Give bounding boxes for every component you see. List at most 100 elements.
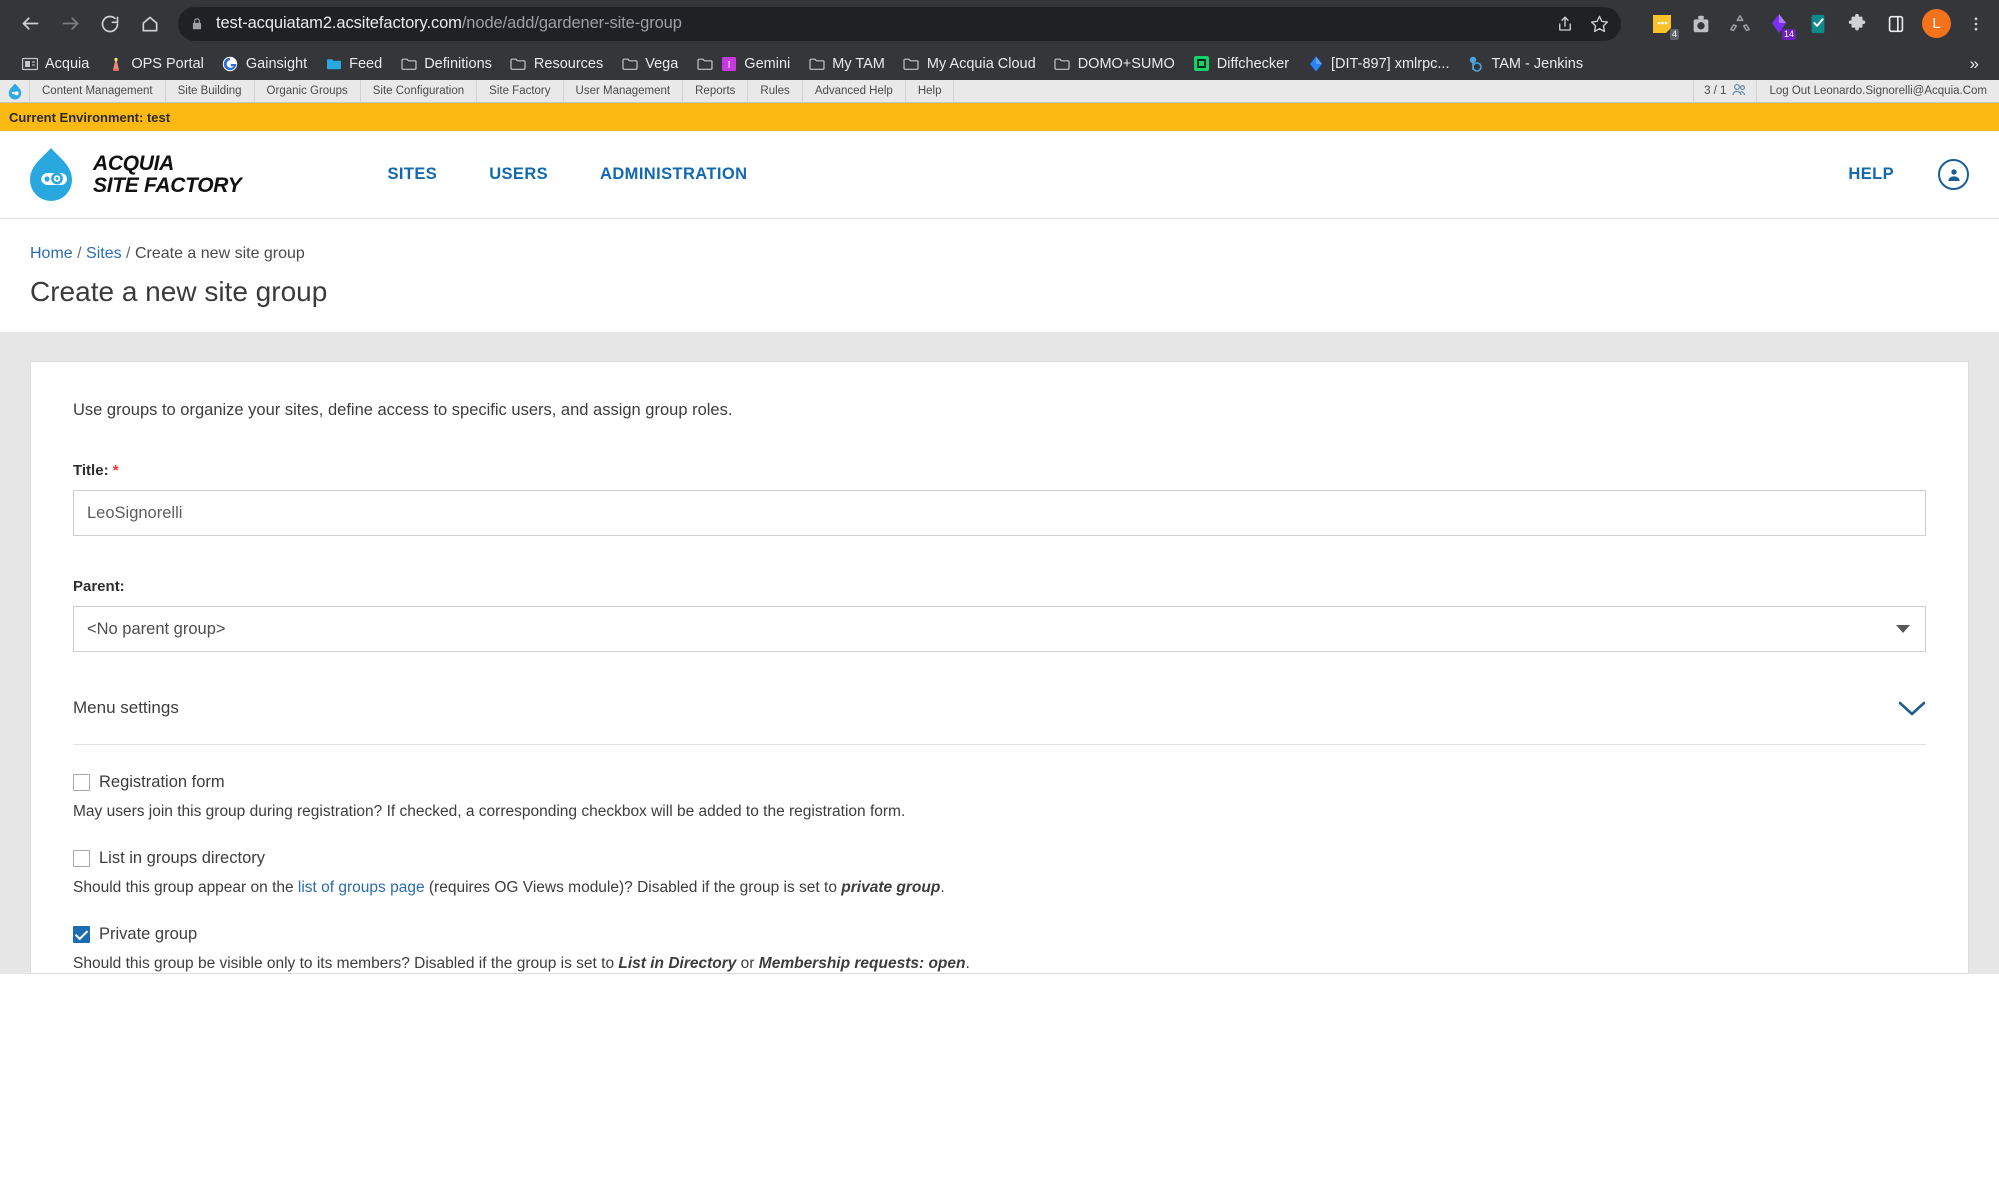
bookmarks-bar: Acquia OPS Portal Gainsight Feed Definit…	[0, 47, 1999, 80]
bookmark-vega[interactable]: Vega	[612, 52, 687, 75]
back-arrow-icon[interactable]	[12, 6, 48, 42]
private-group-label: Private group	[99, 925, 198, 943]
bookmark-resources[interactable]: Resources	[501, 52, 612, 75]
registration-form-checkbox[interactable]	[73, 774, 90, 791]
toolbar-item-rules[interactable]: Rules	[748, 80, 803, 102]
site-header: ACQUIA SITE FACTORY SITES USERS ADMINIST…	[0, 131, 1999, 219]
online-users-counter[interactable]: 3 / 1	[1694, 80, 1758, 102]
folder-icon	[903, 55, 920, 72]
registration-form-checkbox-row[interactable]: Registration form	[73, 773, 1926, 792]
toolbar-item-user-management[interactable]: User Management	[564, 80, 684, 102]
breadcrumb-home[interactable]: Home	[30, 245, 73, 262]
create-site-group-form: Use groups to organize your sites, defin…	[30, 361, 1969, 974]
address-bar[interactable]: test-acquiatam2.acsitefactory.com/node/a…	[178, 6, 1621, 41]
gainsight-icon	[222, 55, 239, 72]
title-field-label: Title: *	[73, 462, 1926, 479]
toolbar-item-reports[interactable]: Reports	[683, 80, 749, 102]
bookmark-my-tam[interactable]: My TAM	[799, 52, 894, 75]
toolbar-right-group: 3 / 1 Log Out Leonardo.Signorelli@Acquia…	[1694, 80, 1999, 102]
nav-administration[interactable]: ADMINISTRATION	[600, 165, 747, 184]
bookmark-feed[interactable]: Feed	[316, 52, 391, 75]
help-mid: or	[736, 955, 759, 972]
camera-extension-icon[interactable]	[1688, 11, 1713, 36]
share-icon[interactable]	[1556, 15, 1574, 33]
site-logo[interactable]: ACQUIA SITE FACTORY	[22, 146, 242, 204]
profile-avatar[interactable]: L	[1922, 9, 1951, 38]
logout-link[interactable]: Log Out Leonardo.Signorelli@Acquia.Com	[1757, 80, 1999, 102]
help-prefix: Should this group appear on the	[73, 879, 298, 896]
list-in-groups-directory-label: List in groups directory	[99, 849, 265, 867]
menu-settings-section[interactable]: Menu settings	[73, 698, 1926, 745]
list-of-groups-page-link[interactable]: list of groups page	[298, 879, 425, 896]
nav-sites[interactable]: SITES	[388, 165, 438, 184]
bookmark-label: TAM - Jenkins	[1491, 55, 1584, 72]
nav-users[interactable]: USERS	[489, 165, 548, 184]
title-input[interactable]	[73, 490, 1926, 536]
grammar-check-extension-icon[interactable]	[1805, 11, 1830, 36]
chevron-down-icon[interactable]	[1898, 700, 1926, 717]
private-group-checkbox-row[interactable]: Private group	[73, 925, 1926, 944]
kebab-menu-icon[interactable]	[1965, 15, 1987, 33]
puzzle-extensions-icon[interactable]	[1844, 11, 1869, 36]
bookmark-star-icon[interactable]	[1590, 14, 1609, 33]
bookmark-diffchecker[interactable]: Diffchecker	[1184, 52, 1298, 75]
toolbar-item-site-building[interactable]: Site Building	[166, 80, 255, 102]
chevron-down-icon[interactable]	[1896, 625, 1910, 633]
forward-arrow-icon[interactable]	[52, 6, 88, 42]
bookmark-acquia[interactable]: Acquia	[12, 52, 98, 75]
toolbar-item-site-configuration[interactable]: Site Configuration	[361, 80, 478, 102]
bookmark-gemini[interactable]: I Gemini	[687, 52, 799, 75]
bookmark-definitions[interactable]: Definitions	[391, 52, 501, 75]
bookmarks-overflow-button[interactable]: »	[1962, 54, 1987, 74]
toolbar-item-site-factory[interactable]: Site Factory	[477, 80, 564, 102]
bookmark-my-acquia-cloud[interactable]: My Acquia Cloud	[894, 52, 1045, 75]
breadcrumb-sites[interactable]: Sites	[86, 245, 122, 262]
acquia-drop-icon	[22, 146, 80, 204]
jenkins-icon	[1467, 55, 1484, 72]
bookmark-label: My Acquia Cloud	[926, 55, 1036, 72]
sticky-notes-extension-icon[interactable]: 4	[1649, 11, 1679, 40]
reader-icon	[21, 55, 38, 72]
user-account-icon[interactable]	[1938, 159, 1969, 190]
drupal-admin-toolbar: Content Management Site Building Organic…	[0, 80, 1999, 103]
bookmark-gainsight[interactable]: Gainsight	[213, 52, 316, 75]
list-in-groups-directory-checkbox-row[interactable]: List in groups directory	[73, 849, 1926, 868]
bookmark-label: My TAM	[832, 55, 885, 72]
private-group-checkbox[interactable]	[73, 926, 90, 943]
folder-icon	[1054, 55, 1071, 72]
home-icon[interactable]	[132, 6, 168, 42]
help-suffix: .	[965, 955, 970, 972]
svg-text:I: I	[727, 59, 730, 69]
help-emphasis-membership-requests: Membership requests: open	[758, 955, 966, 972]
drupal-drop-icon[interactable]	[0, 80, 30, 102]
browser-chrome: test-acquiatam2.acsitefactory.com/node/a…	[0, 0, 1999, 80]
private-group-help: Should this group be visible only to its…	[73, 955, 1926, 973]
list-in-groups-directory-checkbox[interactable]	[73, 850, 90, 867]
toolbar-item-advanced-help[interactable]: Advanced Help	[803, 80, 906, 102]
bookmark-ops-portal[interactable]: OPS Portal	[98, 52, 213, 75]
breadcrumb-current: Create a new site group	[134, 245, 305, 262]
required-marker: *	[112, 462, 119, 479]
bookmark-domo-sumo[interactable]: DOMO+SUMO	[1045, 52, 1184, 75]
lighthouse-icon	[107, 55, 124, 72]
toolbar-item-content-management[interactable]: Content Management	[30, 80, 166, 102]
recycle-extension-icon[interactable]	[1727, 11, 1752, 36]
parent-select[interactable]: <No parent group>	[73, 606, 1926, 652]
reload-icon[interactable]	[92, 6, 128, 42]
blue-folder-icon	[325, 55, 342, 72]
browser-toolbar: test-acquiatam2.acsitefactory.com/node/a…	[0, 0, 1999, 47]
bookmark-label: Definitions	[424, 55, 492, 72]
help-link[interactable]: HELP	[1848, 165, 1894, 184]
bookmark-tam-jenkins[interactable]: TAM - Jenkins	[1458, 52, 1592, 75]
diamond-extension-icon[interactable]: 14	[1766, 11, 1796, 40]
bookmark-jira-dit-897[interactable]: [DIT-897] xmlrpc...	[1298, 52, 1458, 75]
toolbar-item-help[interactable]: Help	[906, 80, 955, 102]
folder-icon	[400, 55, 417, 72]
primary-nav: SITES USERS ADMINISTRATION	[388, 165, 748, 184]
bookmark-label: Vega	[645, 55, 679, 72]
breadcrumb: Home / Sites / Create a new site group	[30, 245, 1999, 263]
side-panel-icon[interactable]	[1883, 11, 1908, 36]
help-mid: (requires OG Views module)? Disabled if …	[424, 879, 842, 896]
folder-icon	[510, 55, 527, 72]
toolbar-item-organic-groups[interactable]: Organic Groups	[255, 80, 361, 102]
